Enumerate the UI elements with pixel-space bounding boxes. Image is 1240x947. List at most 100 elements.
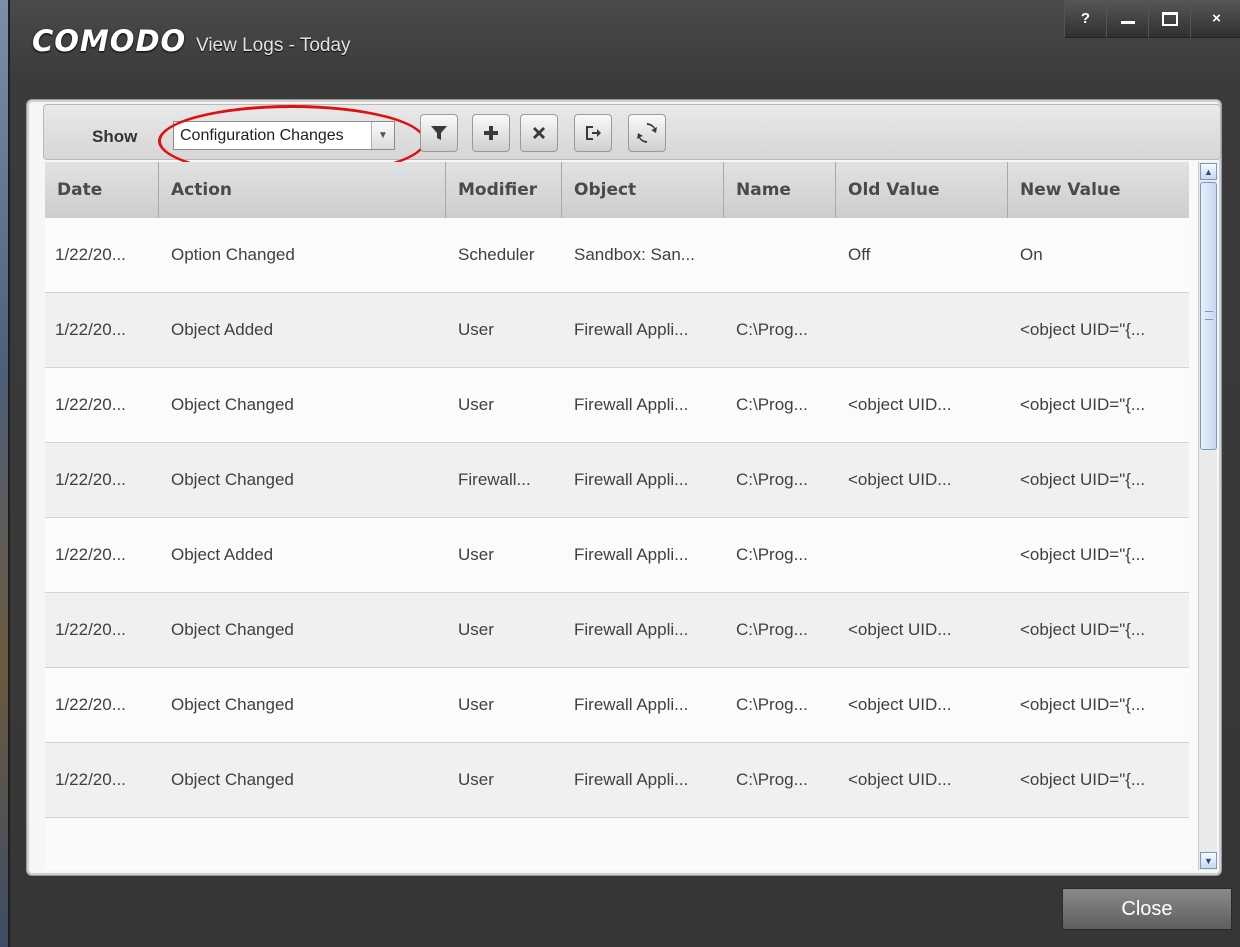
cell-action: Object Changed bbox=[171, 395, 294, 414]
cell-new-value: <object UID="{... bbox=[1020, 320, 1146, 339]
delete-icon bbox=[533, 127, 545, 139]
cell-action: Object Changed bbox=[171, 620, 294, 639]
cell-object: Firewall Appli... bbox=[574, 770, 689, 789]
cell-date: 1/22/20... bbox=[55, 245, 126, 264]
filter-icon bbox=[431, 126, 447, 140]
help-button[interactable]: ? bbox=[1064, 0, 1106, 38]
cell-old-value: <object UID... bbox=[848, 620, 952, 639]
cell-object: Firewall Appli... bbox=[574, 620, 689, 639]
cell-name: C:\Prog... bbox=[736, 770, 808, 789]
cell-object: Firewall Appli... bbox=[574, 470, 689, 489]
column-header-new-value[interactable]: New Value bbox=[1008, 162, 1189, 218]
column-header-action[interactable]: Action bbox=[159, 162, 446, 218]
cell-old-value: <object UID... bbox=[848, 470, 952, 489]
cell-object: Firewall Appli... bbox=[574, 320, 689, 339]
cell-modifier: User bbox=[458, 770, 494, 789]
cell-object: Firewall Appli... bbox=[574, 695, 689, 714]
scroll-down-button[interactable]: ▼ bbox=[1200, 852, 1217, 869]
export-icon bbox=[586, 126, 601, 140]
column-header-old-value[interactable]: Old Value bbox=[836, 162, 1008, 218]
delete-button[interactable] bbox=[520, 114, 558, 152]
vertical-scrollbar[interactable]: ▲ ▼ bbox=[1198, 162, 1217, 870]
add-button[interactable] bbox=[472, 114, 510, 152]
title-bar: COMODO View Logs - Today ? × bbox=[10, 0, 1240, 90]
cell-modifier: User bbox=[458, 695, 494, 714]
column-header-date[interactable]: Date bbox=[45, 162, 159, 218]
table-body: 1/22/20... Option Changed Scheduler Sandbox… bbox=[45, 218, 1189, 818]
column-header-object[interactable]: Object bbox=[562, 162, 724, 218]
scroll-up-button[interactable]: ▲ bbox=[1200, 163, 1217, 180]
cell-date: 1/22/20... bbox=[55, 470, 126, 489]
cell-new-value: <object UID="{... bbox=[1020, 470, 1146, 489]
cell-date: 1/22/20... bbox=[55, 395, 126, 414]
cell-name: C:\Prog... bbox=[736, 695, 808, 714]
cell-new-value: <object UID="{... bbox=[1020, 695, 1146, 714]
grip-icon bbox=[1205, 311, 1213, 320]
cell-old-value: <object UID... bbox=[848, 395, 952, 414]
cell-date: 1/22/20... bbox=[55, 545, 126, 564]
table-row[interactable]: 1/22/20... Object Added User Firewall Appli… bbox=[45, 293, 1189, 368]
cell-new-value: <object UID="{... bbox=[1020, 395, 1146, 414]
cell-name: C:\Prog... bbox=[736, 470, 808, 489]
cell-date: 1/22/20... bbox=[55, 620, 126, 639]
table-row[interactable]: 1/22/20... Object Changed User Firewall App… bbox=[45, 593, 1189, 668]
cell-date: 1/22/20... bbox=[55, 770, 126, 789]
cell-action: Object Changed bbox=[171, 770, 294, 789]
add-icon bbox=[484, 126, 498, 140]
cell-new-value: <object UID="{... bbox=[1020, 545, 1146, 564]
cell-object: Firewall Appli... bbox=[574, 395, 689, 414]
table-row[interactable]: 1/22/20... Object Changed User Firewall App… bbox=[45, 368, 1189, 443]
cell-name bbox=[724, 218, 836, 292]
table-row[interactable]: 1/22/20... Object Added User Firewall Appli… bbox=[45, 518, 1189, 593]
cell-action: Object Added bbox=[171, 545, 274, 564]
cell-name: C:\Prog... bbox=[736, 620, 808, 639]
minimize-button[interactable] bbox=[1106, 0, 1148, 38]
cell-object: Sandbox: San... bbox=[574, 245, 695, 264]
comodo-logo: COMODO bbox=[32, 24, 187, 58]
cell-date: 1/22/20... bbox=[55, 320, 126, 339]
cell-object: Firewall Appli... bbox=[574, 545, 689, 564]
cell-date: 1/22/20... bbox=[55, 695, 126, 714]
column-header-modifier[interactable]: Modifier bbox=[446, 162, 562, 218]
cell-action: Option Changed bbox=[171, 245, 295, 264]
toolbar: Show Configuration Changes ▼ bbox=[43, 104, 1221, 177]
cell-modifier: User bbox=[458, 545, 494, 564]
cell-old-value bbox=[836, 293, 1008, 367]
column-header-name[interactable]: Name bbox=[724, 162, 836, 218]
table-row[interactable]: 1/22/20... Object Changed User Firewall App… bbox=[45, 668, 1189, 743]
cell-modifier: User bbox=[458, 395, 494, 414]
cell-old-value: <object UID... bbox=[848, 695, 952, 714]
chevron-down-icon[interactable]: ▼ bbox=[371, 122, 394, 149]
cell-action: Object Added bbox=[171, 320, 274, 339]
table-row[interactable]: 1/22/20... Object Changed Firewall... Firew… bbox=[45, 443, 1189, 518]
cell-modifier: Scheduler bbox=[458, 245, 535, 264]
export-button[interactable] bbox=[574, 114, 612, 152]
cell-name: C:\Prog... bbox=[736, 395, 808, 414]
log-type-dropdown[interactable]: Configuration Changes ▼ bbox=[173, 121, 395, 150]
cell-old-value bbox=[836, 518, 1008, 592]
maximize-button[interactable] bbox=[1148, 0, 1190, 38]
close-window-button[interactable]: × bbox=[1190, 0, 1240, 38]
view-logs-window: COMODO View Logs - Today ? × Show Config… bbox=[8, 0, 1240, 947]
refresh-button[interactable] bbox=[628, 114, 666, 152]
cell-new-value: <object UID="{... bbox=[1020, 770, 1146, 789]
cell-name: C:\Prog... bbox=[736, 545, 808, 564]
cell-modifier: User bbox=[458, 620, 494, 639]
cell-new-value: <object UID="{... bbox=[1020, 620, 1146, 639]
cell-new-value: On bbox=[1020, 245, 1043, 264]
cell-modifier: User bbox=[458, 320, 494, 339]
cell-action: Object Changed bbox=[171, 695, 294, 714]
minimize-icon bbox=[1120, 21, 1135, 24]
close-button[interactable]: Close bbox=[1062, 888, 1232, 930]
filter-button[interactable] bbox=[420, 114, 458, 152]
log-type-value: Configuration Changes bbox=[180, 127, 344, 144]
scrollbar-thumb[interactable] bbox=[1200, 182, 1217, 450]
table-row[interactable]: 1/22/20... Option Changed Scheduler Sandbox… bbox=[45, 218, 1189, 293]
window-title: View Logs - Today bbox=[196, 35, 351, 56]
logs-panel: Show Configuration Changes ▼ Date Action… bbox=[26, 99, 1222, 876]
cell-name: C:\Prog... bbox=[736, 320, 808, 339]
show-label: Show bbox=[92, 127, 138, 146]
logs-table: Date Action Modifier Object Name Old Val… bbox=[45, 162, 1217, 870]
maximize-icon bbox=[1161, 11, 1178, 26]
table-row[interactable]: 1/22/20... Object Changed User Firewall App… bbox=[45, 743, 1189, 818]
